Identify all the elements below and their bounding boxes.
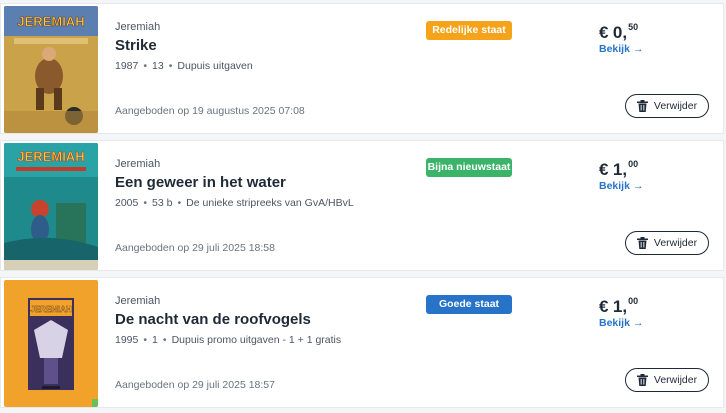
price-cents: 00 bbox=[628, 296, 639, 306]
separator-dot: • bbox=[162, 334, 167, 346]
remove-button[interactable]: Verwijder bbox=[625, 94, 709, 118]
album-publisher: Dupuis uitgaven bbox=[177, 60, 253, 72]
remove-button[interactable]: Verwijder bbox=[625, 368, 709, 392]
album-meta: 1995 • 1 • Dupuis promo uitgaven - 1 + 1 gra… bbox=[115, 334, 341, 346]
condition-badge: Bijna nieuwstaat bbox=[426, 158, 512, 177]
album-publisher: De unieke stripreeks van GvA/HBvL bbox=[186, 197, 354, 209]
view-label: Bekijk bbox=[599, 317, 630, 329]
price: € 0,50 bbox=[599, 22, 638, 43]
separator-dot: • bbox=[177, 197, 182, 209]
series-name: Jeremiah bbox=[115, 21, 161, 33]
cover-image[interactable]: JEREMIAH bbox=[4, 6, 98, 133]
view-link[interactable]: Bekijk → bbox=[599, 180, 643, 192]
price: € 1,00 bbox=[599, 296, 638, 317]
offered-date: Aangeboden op 29 juli 2025 18:57 bbox=[115, 379, 275, 391]
separator-dot: • bbox=[143, 60, 148, 72]
price-currency: € bbox=[599, 23, 609, 42]
separator-dot: • bbox=[168, 60, 173, 72]
price-cents: 00 bbox=[628, 159, 639, 169]
album-year: 1995 bbox=[115, 334, 139, 346]
album-number: 13 bbox=[152, 60, 164, 72]
album-year: 1987 bbox=[115, 60, 139, 72]
cover-image[interactable]: JEREMIAH bbox=[4, 143, 98, 270]
offered-date: Aangeboden op 19 augustus 2025 07:08 bbox=[115, 105, 305, 117]
album-number: 53 b bbox=[152, 197, 173, 209]
trash-icon bbox=[636, 100, 648, 112]
album-publisher: Dupuis promo uitgaven - 1 + 1 gratis bbox=[171, 334, 342, 346]
cover-art: JEREMIAH bbox=[4, 280, 98, 407]
list-item: JEREMIAH Jeremiah Strike 1987 • 13 • Dupuis … bbox=[0, 3, 724, 134]
series-name: Jeremiah bbox=[115, 158, 161, 170]
price-whole: 1, bbox=[612, 297, 628, 316]
view-label: Bekijk bbox=[599, 43, 630, 55]
cover-title: JEREMIAH bbox=[17, 149, 84, 164]
cover-title: JEREMIAH bbox=[30, 305, 72, 314]
album-title[interactable]: De nacht van de roofvogels bbox=[115, 311, 311, 328]
price-whole: 1, bbox=[612, 160, 628, 179]
trash-icon bbox=[636, 237, 648, 249]
list-item: JEREMIAH Jeremiah De nacht van de roofvo… bbox=[0, 277, 724, 408]
price-currency: € bbox=[599, 160, 609, 179]
remove-label: Verwijder bbox=[653, 100, 698, 112]
cover-art: JEREMIAH bbox=[4, 143, 98, 270]
album-title[interactable]: Strike bbox=[115, 37, 157, 54]
remove-label: Verwijder bbox=[653, 237, 698, 249]
album-meta: 1987 • 13 • Dupuis uitgaven bbox=[115, 60, 253, 72]
arrow-right-icon: → bbox=[632, 43, 644, 55]
separator-dot: • bbox=[143, 197, 148, 209]
remove-button[interactable]: Verwijder bbox=[625, 231, 709, 255]
album-meta: 2005 • 53 b • De unieke stripreeks van GvA/H… bbox=[115, 197, 354, 209]
cover-art: JEREMIAH bbox=[4, 6, 98, 133]
album-title[interactable]: Een geweer in het water bbox=[115, 174, 286, 191]
cover-title: JEREMIAH bbox=[17, 14, 84, 29]
album-number: 1 bbox=[152, 334, 158, 346]
price-cents: 50 bbox=[628, 22, 639, 32]
view-label: Bekijk bbox=[599, 180, 630, 192]
cover-image[interactable]: JEREMIAH bbox=[4, 280, 98, 407]
price-currency: € bbox=[599, 297, 609, 316]
album-year: 2005 bbox=[115, 197, 139, 209]
separator-dot: • bbox=[143, 334, 148, 346]
price: € 1,00 bbox=[599, 159, 638, 180]
condition-badge: Redelijke staat bbox=[426, 21, 512, 40]
trash-icon bbox=[636, 374, 648, 386]
series-name: Jeremiah bbox=[115, 295, 161, 307]
collection-list: JEREMIAH Jeremiah Strike 1987 • 13 • Dupuis … bbox=[0, 0, 726, 413]
arrow-right-icon: → bbox=[632, 317, 644, 329]
view-link[interactable]: Bekijk → bbox=[599, 43, 643, 55]
arrow-right-icon: → bbox=[632, 180, 644, 192]
condition-badge: Goede staat bbox=[426, 295, 512, 314]
remove-label: Verwijder bbox=[653, 374, 698, 386]
offered-date: Aangeboden op 29 juli 2025 18:58 bbox=[115, 242, 275, 254]
view-link[interactable]: Bekijk → bbox=[599, 317, 643, 329]
list-item: JEREMIAH Jeremiah Een geweer in het wate… bbox=[0, 140, 724, 271]
price-whole: 0, bbox=[612, 23, 628, 42]
